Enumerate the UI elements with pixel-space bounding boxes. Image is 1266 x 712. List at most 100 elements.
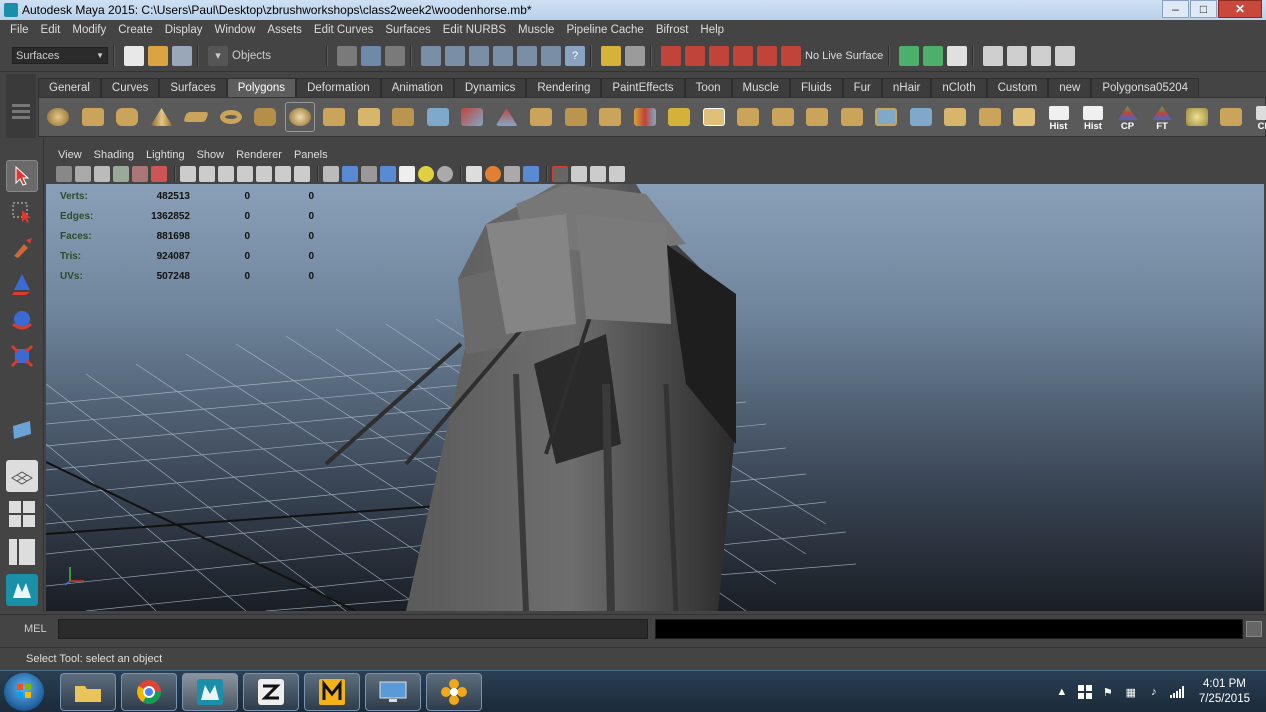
- cpi-button[interactable]: CPI: [1251, 102, 1266, 132]
- persp-outliner-layout-button[interactable]: [6, 536, 38, 568]
- textured-icon[interactable]: [380, 166, 396, 182]
- modeling-toolkit-icon[interactable]: [1055, 45, 1076, 66]
- shelf-tab-animation[interactable]: Animation: [380, 78, 454, 97]
- panel-menu-renderer[interactable]: Renderer: [230, 149, 288, 161]
- move-tool-button[interactable]: [6, 268, 38, 300]
- wireframe-icon[interactable]: [323, 166, 339, 182]
- automatic-mapping-icon[interactable]: [940, 102, 970, 132]
- safe-title-icon[interactable]: [294, 166, 310, 182]
- menuset-dropdown[interactable]: Surfaces ▼: [12, 47, 108, 64]
- separate-icon[interactable]: [354, 102, 384, 132]
- panel-menu-show[interactable]: Show: [191, 149, 231, 161]
- cylindrical-mapping-icon[interactable]: [906, 102, 936, 132]
- shelf-tab-surfaces[interactable]: Surfaces: [159, 78, 227, 97]
- poly-torus-icon[interactable]: [216, 102, 246, 132]
- ipr-render-icon[interactable]: [923, 45, 944, 66]
- shelf-tab-new[interactable]: new: [1048, 78, 1092, 97]
- anti-aliasing-icon[interactable]: [504, 166, 520, 182]
- image-plane-icon[interactable]: [113, 166, 129, 182]
- open-scene-icon[interactable]: [148, 45, 168, 66]
- two-d-pan-zoom-icon[interactable]: [132, 166, 148, 182]
- taskbar-flower-app[interactable]: [426, 673, 482, 711]
- magnet-icon[interactable]: [661, 45, 681, 66]
- taskbar-zbrush[interactable]: [243, 673, 299, 711]
- scale-tool-button[interactable]: [6, 340, 38, 372]
- poly-sphere-icon[interactable]: [43, 102, 73, 132]
- use-all-lights-icon[interactable]: [418, 166, 434, 182]
- xray-icon[interactable]: [552, 166, 568, 182]
- device-icon[interactable]: ▦: [1124, 685, 1138, 699]
- boolean-icon[interactable]: [457, 102, 487, 132]
- poly-cylinder-icon[interactable]: [112, 102, 142, 132]
- xray-joints-icon[interactable]: [590, 166, 606, 182]
- single-perspective-layout-button[interactable]: [6, 460, 38, 492]
- attribute-editor-icon[interactable]: [983, 45, 1004, 66]
- shadows-icon[interactable]: [437, 166, 453, 182]
- poly-plane-icon[interactable]: [181, 102, 211, 132]
- render-current-icon[interactable]: [899, 45, 920, 66]
- freeze-transform-button[interactable]: FT: [1147, 102, 1177, 132]
- tool-settings-icon[interactable]: [1007, 45, 1028, 66]
- show-hidden-icons-icon[interactable]: ▲: [1055, 685, 1069, 699]
- selection-mode-icon[interactable]: ▾: [208, 45, 228, 66]
- screen-space-ao-icon[interactable]: [466, 166, 482, 182]
- menu-pipeline-cache[interactable]: Pipeline Cache: [560, 24, 649, 36]
- grid-toggle-icon[interactable]: [180, 166, 196, 182]
- shelf-tab-muscle[interactable]: Muscle: [731, 78, 790, 97]
- select-face-icon[interactable]: [526, 102, 556, 132]
- shelf-tab-deformation[interactable]: Deformation: [296, 78, 381, 97]
- mel-label[interactable]: MEL: [24, 623, 47, 635]
- lasso-tool-button[interactable]: [6, 196, 38, 228]
- menu-create[interactable]: Create: [112, 24, 159, 36]
- snap-align-icon[interactable]: [1216, 102, 1246, 132]
- menu-help[interactable]: Help: [694, 24, 730, 36]
- snap-view-plane-icon[interactable]: [493, 45, 513, 66]
- magnet-view-icon[interactable]: [757, 45, 777, 66]
- shelf-tab-fluids[interactable]: Fluids: [789, 78, 843, 97]
- menu-bifrost[interactable]: Bifrost: [650, 24, 695, 36]
- windows-logo-icon[interactable]: [1077, 685, 1092, 699]
- menu-display[interactable]: Display: [159, 24, 209, 36]
- rotate-tool-button[interactable]: [6, 304, 38, 336]
- gate-mask-icon[interactable]: [237, 166, 253, 182]
- offset-edge-loop-icon[interactable]: [768, 102, 798, 132]
- shelf-options[interactable]: [6, 74, 36, 140]
- taskbar-remote-desktop[interactable]: [365, 673, 421, 711]
- render-settings-icon[interactable]: [947, 45, 968, 66]
- insert-edge-loop-icon[interactable]: [733, 102, 763, 132]
- panel-menu-shading[interactable]: Shading: [88, 149, 140, 161]
- center-pivot-button[interactable]: CP: [1113, 102, 1143, 132]
- taskbar-clock[interactable]: 4:01 PM 7/25/2015: [1199, 677, 1250, 707]
- channel-box-icon[interactable]: [1031, 45, 1052, 66]
- shelf-tab-ncloth[interactable]: nCloth: [931, 78, 987, 97]
- safe-action-icon[interactable]: [275, 166, 291, 182]
- windows-start-button[interactable]: [4, 673, 44, 711]
- last-tool-button[interactable]: [6, 414, 38, 446]
- history-icon[interactable]: [625, 45, 645, 66]
- film-gate-icon[interactable]: [199, 166, 215, 182]
- bridge-icon[interactable]: [595, 102, 625, 132]
- magnet-surface-icon[interactable]: [733, 45, 753, 66]
- menu-file[interactable]: File: [4, 24, 35, 36]
- maya-logo-button[interactable]: [6, 574, 38, 606]
- menu-surfaces[interactable]: Surfaces: [379, 24, 436, 36]
- extract-icon[interactable]: [388, 102, 418, 132]
- poly-pipe-icon[interactable]: [250, 102, 280, 132]
- snap-surface-icon[interactable]: [541, 45, 561, 66]
- field-chart-icon[interactable]: [256, 166, 272, 182]
- menu-assets[interactable]: Assets: [261, 24, 308, 36]
- append-polygon-icon[interactable]: [630, 102, 660, 132]
- bevel-icon[interactable]: [837, 102, 867, 132]
- close-button[interactable]: ✕: [1218, 0, 1262, 18]
- volume-icon[interactable]: ♪: [1147, 685, 1161, 699]
- menu-window[interactable]: Window: [208, 24, 261, 36]
- merge-icon[interactable]: [664, 102, 694, 132]
- snap-live-icon[interactable]: [517, 45, 537, 66]
- select-tool-button[interactable]: [6, 160, 38, 192]
- save-scene-icon[interactable]: [172, 45, 192, 66]
- poly-cube-icon[interactable]: [78, 102, 108, 132]
- sculpt-icon[interactable]: [1009, 102, 1039, 132]
- mel-command-input[interactable]: [58, 619, 648, 639]
- magnet-point-icon[interactable]: [709, 45, 729, 66]
- paint-select-tool-button[interactable]: [6, 232, 38, 264]
